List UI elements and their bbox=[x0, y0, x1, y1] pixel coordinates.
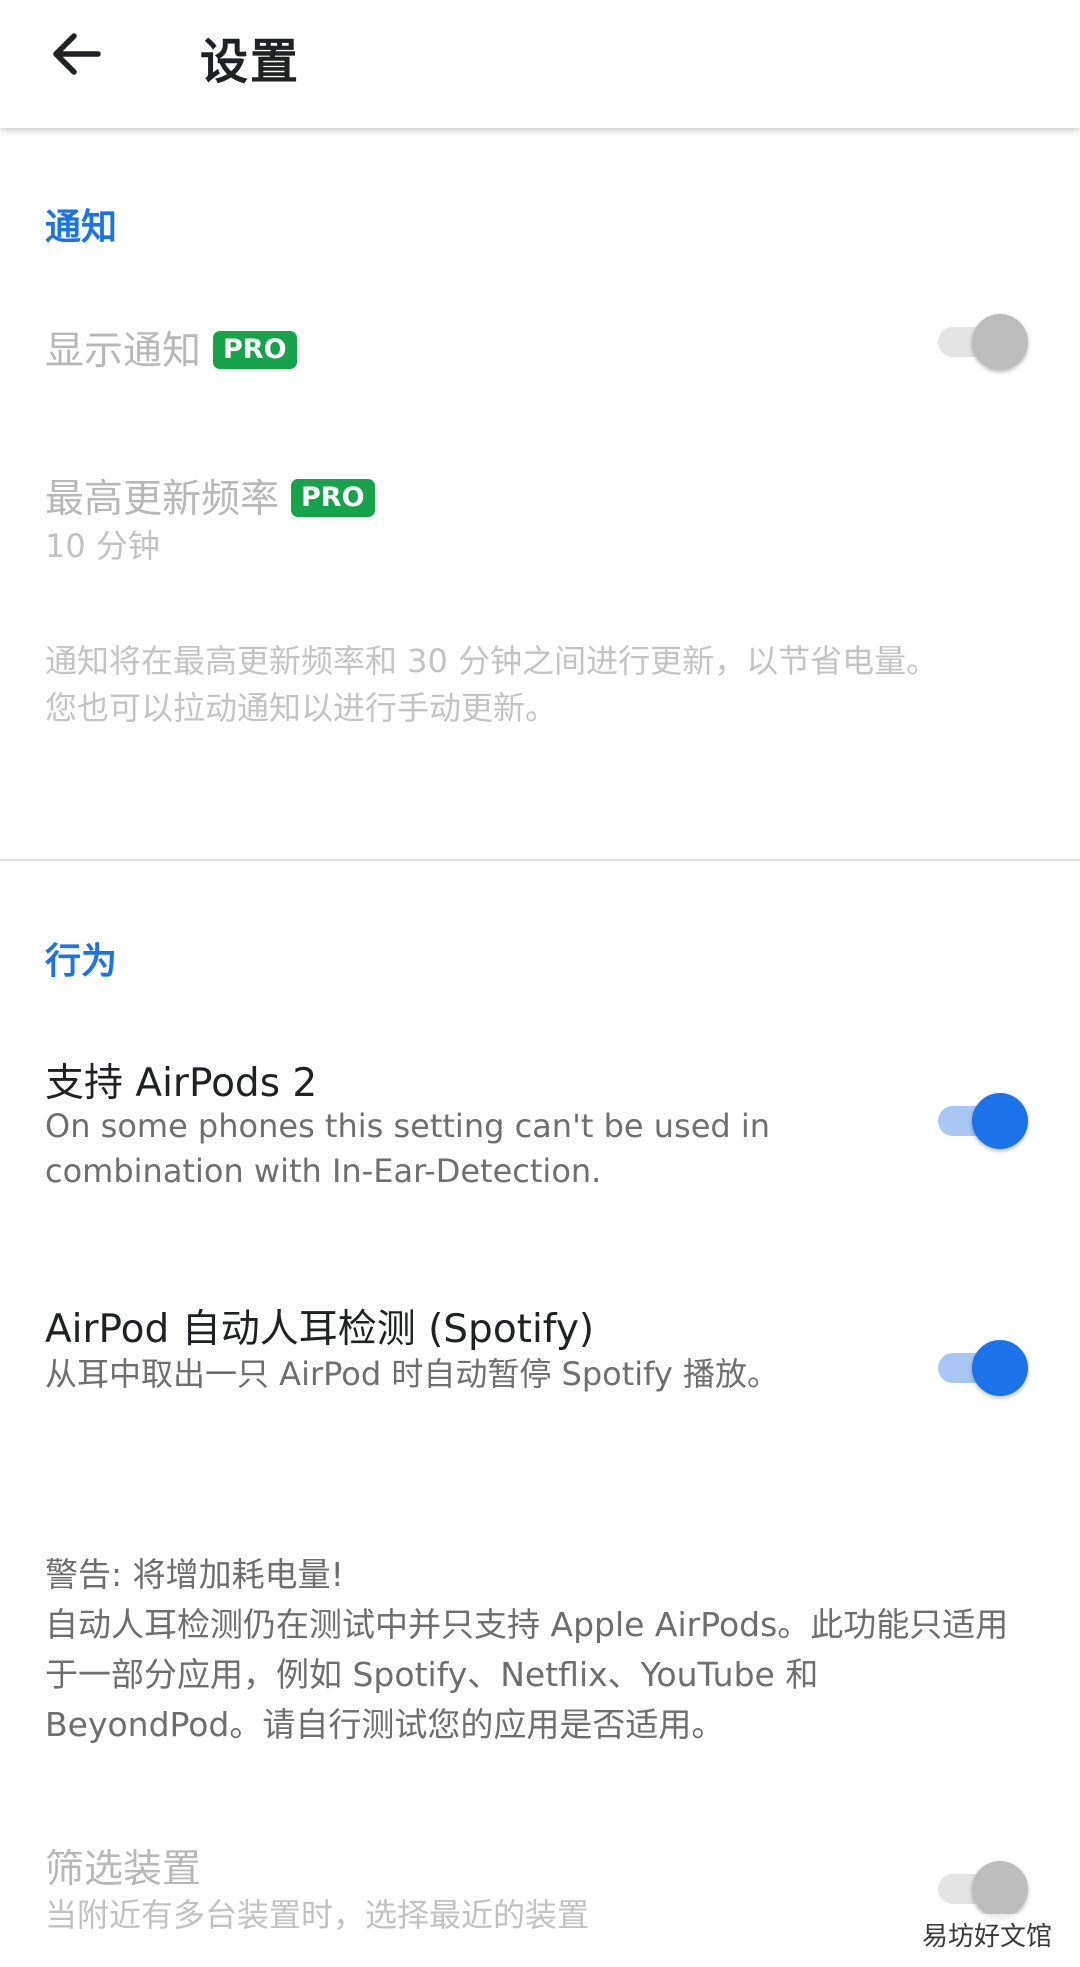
pref-show-notification-title: 显示通知 PRO bbox=[45, 320, 297, 376]
airpods2-toggle[interactable] bbox=[938, 1091, 1028, 1151]
pref-max-refresh-rate-label: 最高更新频率 bbox=[45, 477, 280, 522]
pref-max-refresh-rate-title: 最高更新频率 PRO bbox=[45, 468, 375, 524]
filter-devices-toggle[interactable] bbox=[938, 1859, 1028, 1919]
page-title: 设置 bbox=[200, 34, 301, 90]
switch-thumb bbox=[972, 1861, 1028, 1917]
watermark: 易坊好文馆 bbox=[915, 1914, 1058, 1955]
pref-show-notification-label: 显示通知 bbox=[45, 329, 202, 374]
pref-filter-devices-summary: 当附近有多台装置时，选择最近的装置 bbox=[45, 1896, 590, 1934]
switch-thumb bbox=[972, 314, 1028, 370]
show-notification-toggle[interactable] bbox=[938, 312, 1028, 372]
section-header-behavior: 行为 bbox=[45, 941, 118, 982]
section-header-notifications: 通知 bbox=[45, 207, 118, 248]
arrow-left-icon bbox=[53, 33, 101, 75]
pro-badge: PRO bbox=[213, 330, 297, 369]
app-bar: 设置 bbox=[0, 0, 1080, 128]
ear-detection-warning: 警告: 将增加耗电量! 自动人耳检测仍在测试中并只支持 Apple AirPod… bbox=[45, 1555, 1009, 1744]
pref-filter-devices-title: 筛选装置 bbox=[45, 1847, 202, 1892]
back-button[interactable] bbox=[44, 22, 108, 86]
pref-max-refresh-rate-value: 10 分钟 bbox=[45, 527, 160, 565]
section-divider bbox=[0, 859, 1080, 861]
pref-airpods2-title: 支持 AirPods 2 bbox=[45, 1061, 318, 1106]
switch-thumb bbox=[972, 1093, 1028, 1149]
switch-thumb bbox=[972, 1340, 1028, 1396]
auto-ear-detection-toggle[interactable] bbox=[938, 1338, 1028, 1398]
pref-auto-ear-detection-title: AirPod 自动人耳检测 (Spotify) bbox=[45, 1307, 595, 1352]
pro-badge: PRO bbox=[291, 478, 375, 517]
pref-airpods2-summary: On some phones this setting can't be use… bbox=[45, 1107, 771, 1190]
notification-note: 通知将在最高更新频率和 30 分钟之间进行更新，以节省电量。 您也可以拉动通知以… bbox=[45, 642, 939, 727]
pref-auto-ear-detection-summary: 从耳中取出一只 AirPod 时自动暂停 Spotify 播放。 bbox=[45, 1355, 779, 1393]
